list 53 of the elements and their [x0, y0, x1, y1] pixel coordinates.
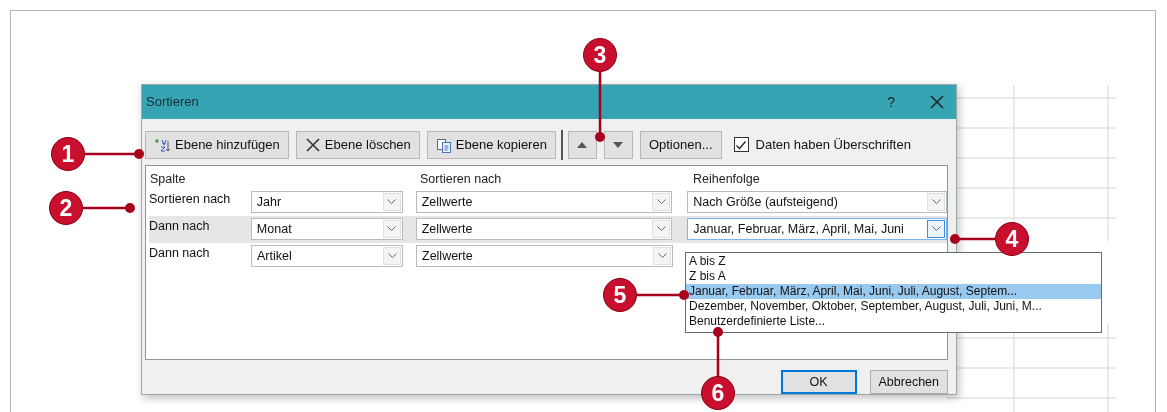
callout-number: 2 — [49, 191, 83, 225]
sort-level-row[interactable]: Dann nach Monat Zellwerte Januar, Februar, März, April, Mai, Juni — [149, 215, 947, 243]
dropdown-field[interactable]: Zellwerte — [416, 245, 673, 268]
close-icon[interactable] — [930, 94, 944, 109]
cancel-button[interactable]: Abbrechen — [869, 370, 948, 394]
help-button[interactable]: ? — [887, 93, 895, 110]
dropdown-field[interactable]: Januar, Februar, März, April, Mai, Juni — [687, 218, 947, 241]
chevron-down-icon — [657, 253, 667, 260]
copy-icon — [435, 136, 452, 153]
sort-level-row[interactable]: Sortieren nach Jahr Zellwerte Nach Größe (aufsteigend) — [149, 188, 947, 216]
callout-number: 6 — [701, 376, 735, 410]
row-label: Dann nach — [149, 217, 211, 233]
dropdown-option[interactable]: Benutzerdefinierte Liste... — [686, 314, 1101, 329]
toolbar-button[interactable]: Ebene kopieren — [426, 130, 556, 159]
callout-number: 1 — [51, 137, 85, 171]
toolbar-button[interactable]: Optionen... — [639, 130, 722, 159]
ok-button[interactable]: OK — [780, 370, 857, 394]
toolbar-button[interactable]: Ebene hinzufügen — [145, 130, 289, 159]
toolbar-button[interactable]: Ebene löschen — [295, 130, 420, 159]
dropdown-field[interactable]: Artikel — [251, 245, 403, 268]
chevron-down-icon — [387, 226, 397, 233]
dropdown-field[interactable]: Nach Größe (aufsteigend) — [687, 191, 947, 214]
window-title: Sortieren — [146, 94, 199, 110]
checkbox[interactable] — [733, 137, 749, 153]
chevron-down-icon — [931, 226, 941, 233]
chevron-down-icon — [387, 253, 397, 260]
triangle-down-icon — [613, 141, 624, 148]
dropdown-option[interactable]: Z bis A — [686, 269, 1101, 284]
chevron-down-icon — [656, 199, 666, 206]
callout-number: 4 — [995, 222, 1029, 256]
dropdown-field[interactable]: Zellwerte — [415, 191, 673, 214]
add-sort-icon — [154, 136, 171, 153]
dropdown-option[interactable]: A bis Z — [686, 254, 1101, 269]
row-label: Sortieren nach — [149, 190, 232, 206]
dropdown-option[interactable]: Januar, Februar, März, April, Mai, Juni, Juli, August, Septem... — [686, 284, 1101, 299]
row-label: Dann nach — [149, 244, 211, 260]
column-header: Sortieren nach — [420, 171, 503, 186]
move-up-button[interactable] — [567, 130, 597, 159]
move-down-button[interactable] — [603, 130, 633, 159]
chevron-down-icon — [387, 199, 397, 206]
dropdown-field[interactable]: Jahr — [250, 191, 403, 214]
dropdown-option[interactable]: Dezember, November, Oktober, September, August, Juli, Juni, M... — [686, 299, 1101, 314]
checkbox-label: Daten haben Überschriften — [755, 137, 911, 153]
chevron-down-icon — [931, 199, 941, 206]
triangle-up-icon — [577, 141, 588, 148]
checkmark-icon — [735, 138, 747, 151]
column-header: Reihenfolge — [693, 171, 760, 186]
dropdown-field[interactable]: Zellwerte — [415, 218, 673, 241]
column-header: Spalte — [149, 171, 187, 186]
close-icon — [304, 136, 321, 153]
callout-number: 3 — [583, 38, 617, 72]
dropdown-field[interactable]: Monat — [250, 218, 403, 241]
chevron-down-icon — [656, 226, 666, 233]
